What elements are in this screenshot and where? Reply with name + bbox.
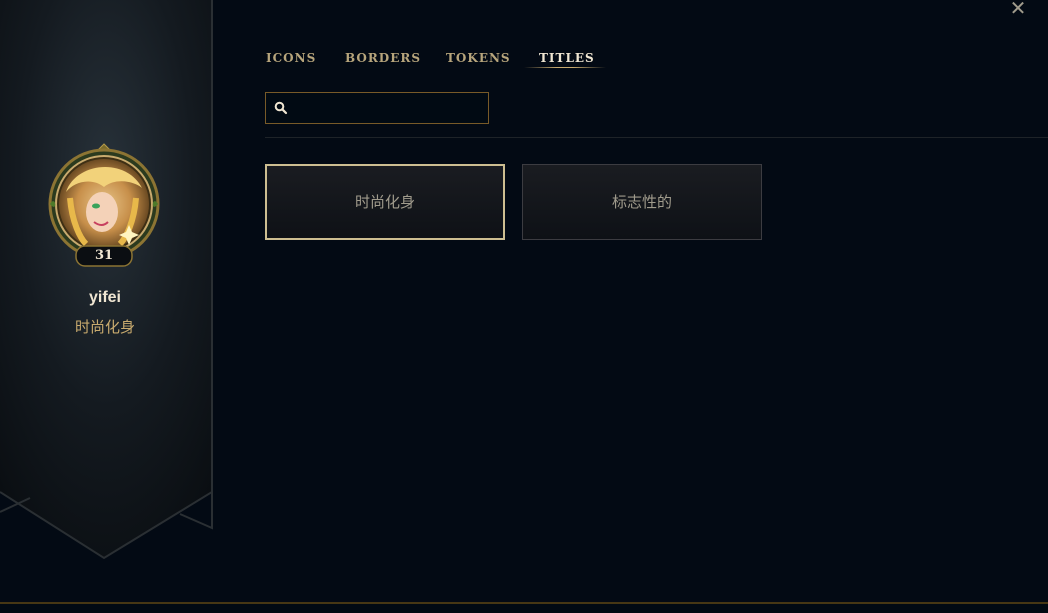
tab-titles[interactable]: TITLES: [539, 51, 595, 65]
avatar[interactable]: 31: [46, 142, 162, 270]
profile-customization-window: 31 yifei 时尚化身 ✕ ICONS BORDERS TOKENS TIT…: [0, 0, 1048, 613]
profile-banner: 31 yifei 时尚化身: [0, 0, 215, 560]
tab-tokens[interactable]: TOKENS: [446, 51, 511, 65]
tab-borders[interactable]: BORDERS: [345, 51, 421, 65]
content-divider: [265, 137, 1048, 138]
title-card[interactable]: 标志性的: [522, 164, 762, 240]
level-badge: 31: [94, 248, 114, 263]
tab-icons[interactable]: ICONS: [266, 51, 316, 65]
close-button[interactable]: ✕: [1008, 0, 1028, 18]
summoner-name: yifei: [88, 289, 121, 306]
active-tab-indicator: [524, 67, 606, 68]
close-icon: ✕: [1009, 0, 1027, 20]
title-card-selected[interactable]: 时尚化身: [265, 164, 505, 240]
search-input[interactable]: [294, 97, 486, 121]
banner-background: [0, 0, 213, 560]
bottom-frame-edge: [0, 602, 1048, 613]
search-field[interactable]: [265, 92, 489, 124]
search-icon: [274, 101, 288, 115]
summoner-title: 时尚化身: [74, 318, 135, 336]
